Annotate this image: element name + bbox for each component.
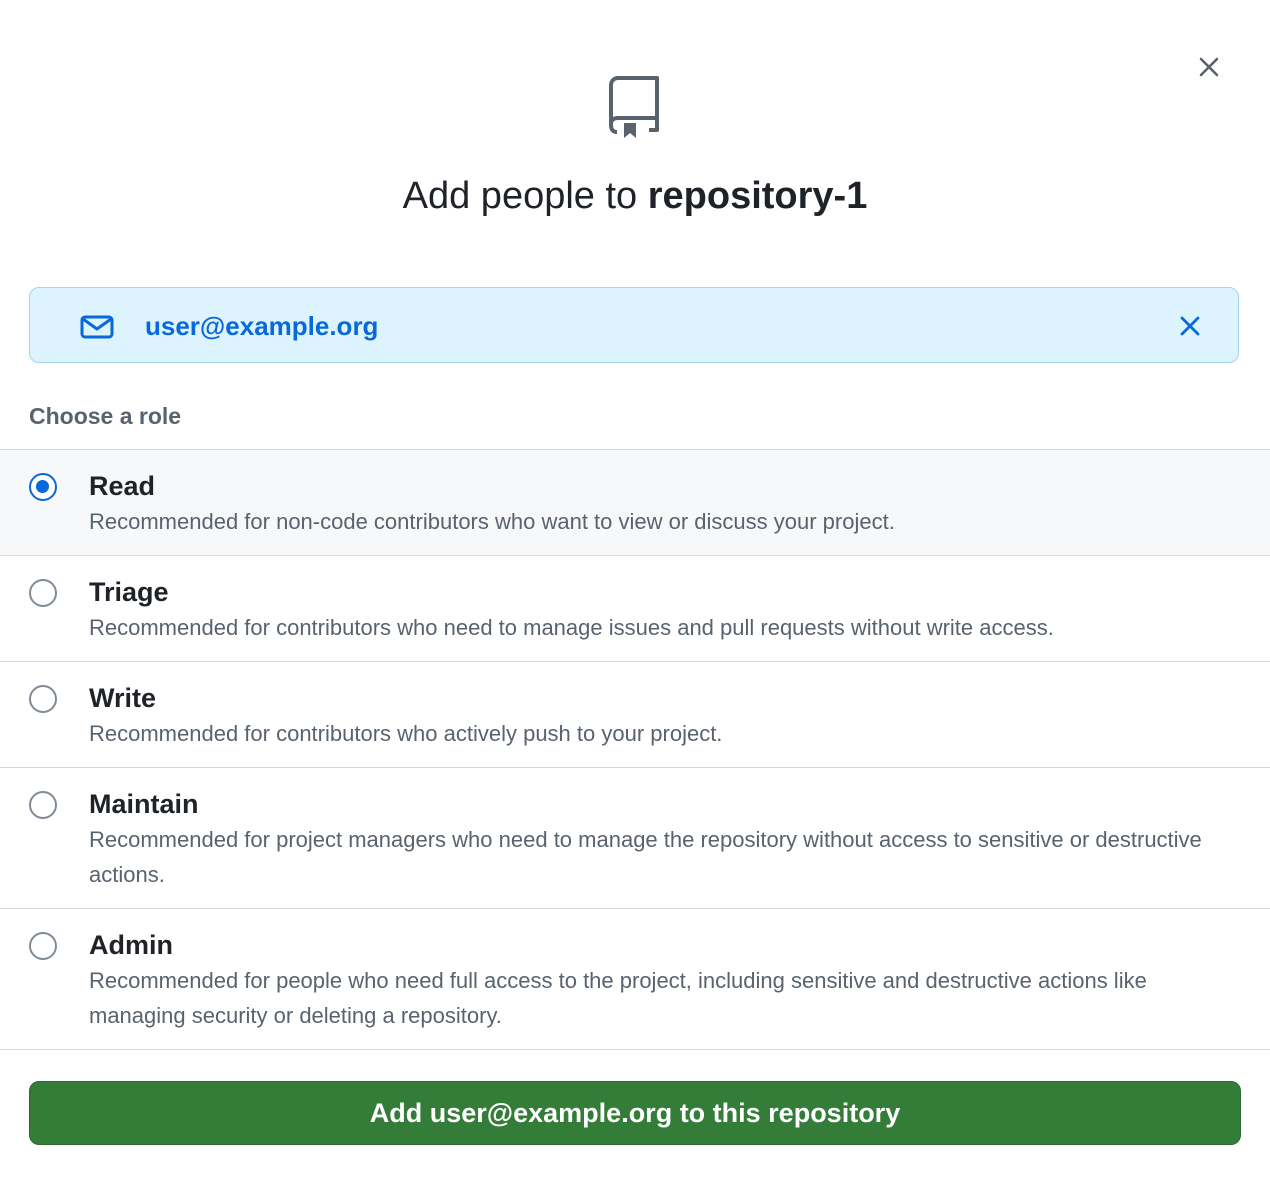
role-name: Maintain (89, 789, 199, 819)
role-heading: Choose a role (29, 403, 182, 429)
add-collaborator-button[interactable]: Add user@example.org to this repository (29, 1081, 1241, 1145)
role-option-write[interactable]: Write Recommended for contributors who a… (0, 661, 1270, 767)
radio-button[interactable] (29, 473, 57, 501)
role-name: Admin (89, 930, 173, 960)
role-description: Recommended for contributors who activel… (89, 721, 723, 746)
role-option-admin[interactable]: Admin Recommended for people who need fu… (0, 908, 1270, 1050)
role-list: Read Recommended for non-code contributo… (0, 449, 1270, 1050)
role-name: Triage (89, 577, 169, 607)
mail-icon (80, 315, 114, 339)
radio-button[interactable] (29, 685, 57, 713)
role-option-read[interactable]: Read Recommended for non-code contributo… (0, 449, 1270, 555)
role-description: Recommended for people who need full acc… (89, 968, 1147, 1028)
role-description: Recommended for contributors who need to… (89, 615, 1054, 640)
role-name: Write (89, 683, 157, 713)
dialog-title: Add people to repository-1 (0, 170, 1270, 222)
repo-icon (609, 76, 659, 138)
role-option-maintain[interactable]: Maintain Recommended for project manager… (0, 767, 1270, 908)
close-button[interactable] (1190, 48, 1228, 86)
invitee-email: user@example.org (145, 311, 379, 341)
role-description: Recommended for non-code contributors wh… (89, 509, 895, 534)
role-name: Read (89, 471, 156, 501)
role-description: Recommended for project managers who nee… (89, 827, 1202, 887)
remove-invitee-button[interactable] (1176, 312, 1204, 340)
close-icon (1199, 57, 1219, 77)
title-prefix: Add people to (402, 175, 648, 217)
radio-button[interactable] (29, 932, 57, 960)
radio-button[interactable] (29, 579, 57, 607)
role-option-triage[interactable]: Triage Recommended for contributors who … (0, 555, 1270, 661)
radio-button[interactable] (29, 791, 57, 819)
invitee-chip: user@example.org (29, 287, 1239, 363)
repo-name: repository-1 (647, 175, 868, 217)
x-icon (1180, 316, 1200, 336)
